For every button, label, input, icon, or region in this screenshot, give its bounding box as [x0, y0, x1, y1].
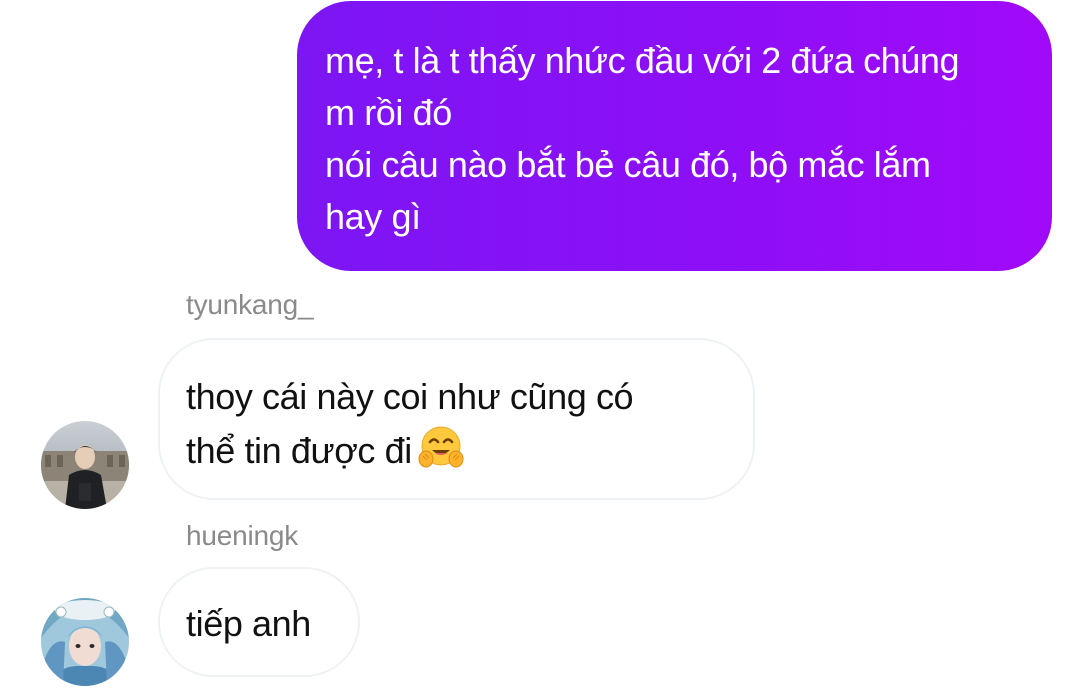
message-line: nói câu nào bắt bẻ câu đó, bộ mắc lắm: [325, 144, 931, 185]
avatar-photo-icon: [41, 598, 129, 686]
message-line-with-emoji: thể tin được đi: [186, 424, 729, 478]
chat-thread: mẹ, t là t thấy nhức đầu với 2 đứa chúng…: [0, 0, 1080, 689]
sender-name: hueningk: [186, 520, 299, 551]
incoming-message-bubble[interactable]: tiếp anh: [158, 567, 360, 677]
incoming-message-bubble[interactable]: thoy cái này coi như cũng có thể tin đượ…: [158, 338, 755, 500]
message-line: thoy cái này coi như cũng có: [186, 376, 634, 417]
sender-name: tyunkang_: [186, 289, 314, 320]
message-line: m rồi đó: [325, 92, 452, 133]
message-line: tiếp anh: [186, 603, 311, 644]
outgoing-message-bubble[interactable]: mẹ, t là t thấy nhức đầu với 2 đứa chúng…: [297, 1, 1052, 271]
avatar[interactable]: [41, 421, 129, 509]
avatar[interactable]: [41, 598, 129, 686]
message-text: thể tin được đi: [186, 430, 412, 471]
avatar-photo-icon: [41, 421, 129, 509]
message-line: hay gì: [325, 196, 421, 237]
message-line: mẹ, t là t thấy nhức đầu với 2 đứa chúng: [325, 40, 960, 81]
hugging-face-icon: [418, 425, 464, 471]
